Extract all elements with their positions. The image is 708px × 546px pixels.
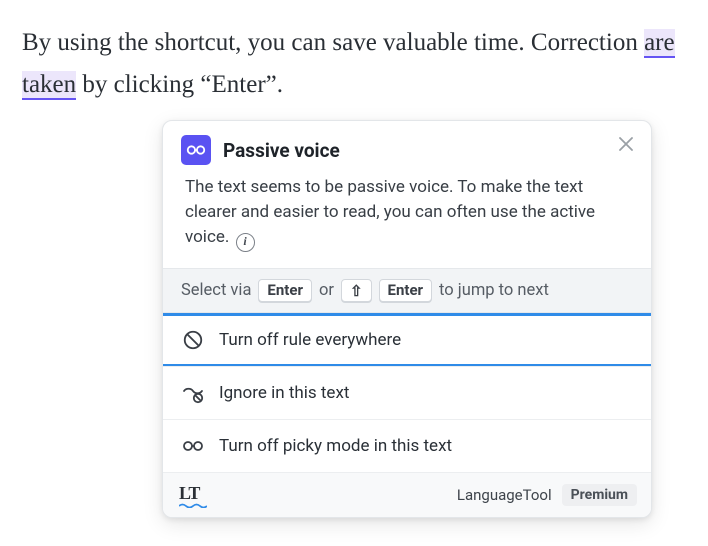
turn-off-rule-label: Turn off rule everywhere	[219, 330, 401, 350]
doc-text-post: by clicking “Enter”.	[76, 71, 283, 98]
popup-header: Passive voice	[163, 121, 651, 173]
languagetool-logo[interactable]: LT	[179, 483, 199, 507]
popup-footer: LT LanguageTool Premium	[163, 472, 651, 517]
turn-off-rule-option[interactable]: Turn off rule everywhere	[163, 313, 651, 366]
turn-off-picky-label: Turn off picky mode in this text	[219, 436, 452, 456]
close-button[interactable]	[615, 133, 637, 155]
rule-title: Passive voice	[223, 139, 340, 162]
suggestion-popup: Passive voice The text seems to be passi…	[162, 120, 652, 518]
languagetool-name[interactable]: LanguageTool	[457, 486, 552, 504]
ignore-in-text-label: Ignore in this text	[219, 383, 349, 403]
ignore-icon	[181, 381, 205, 405]
premium-badge[interactable]: Premium	[562, 484, 637, 506]
shortcut-suffix: to jump to next	[439, 281, 549, 300]
ignore-in-text-option[interactable]: Ignore in this text	[163, 366, 651, 419]
enter-key: Enter	[258, 279, 312, 302]
glasses-icon	[181, 135, 211, 165]
picky-glasses-icon	[181, 434, 205, 458]
shortcut-or: or	[319, 281, 334, 300]
enter-key-2: Enter	[379, 279, 433, 302]
options-list: Turn off rule everywhere Ignore in this …	[163, 313, 651, 472]
disable-icon	[181, 328, 205, 352]
info-icon[interactable]: i	[236, 233, 255, 252]
languagetool-logo-text: LT	[179, 483, 199, 503]
shift-key: ⇧	[341, 279, 372, 302]
document-text: By using the shortcut, you can save valu…	[0, 0, 708, 106]
shortcut-prefix: Select via	[181, 281, 251, 300]
rule-explanation: The text seems to be passive voice. To m…	[163, 173, 651, 268]
doc-text-pre: By using the shortcut, you can save valu…	[22, 29, 644, 56]
shortcut-hint: Select via Enter or ⇧ Enter to jump to n…	[163, 268, 651, 313]
turn-off-picky-option[interactable]: Turn off picky mode in this text	[163, 419, 651, 472]
